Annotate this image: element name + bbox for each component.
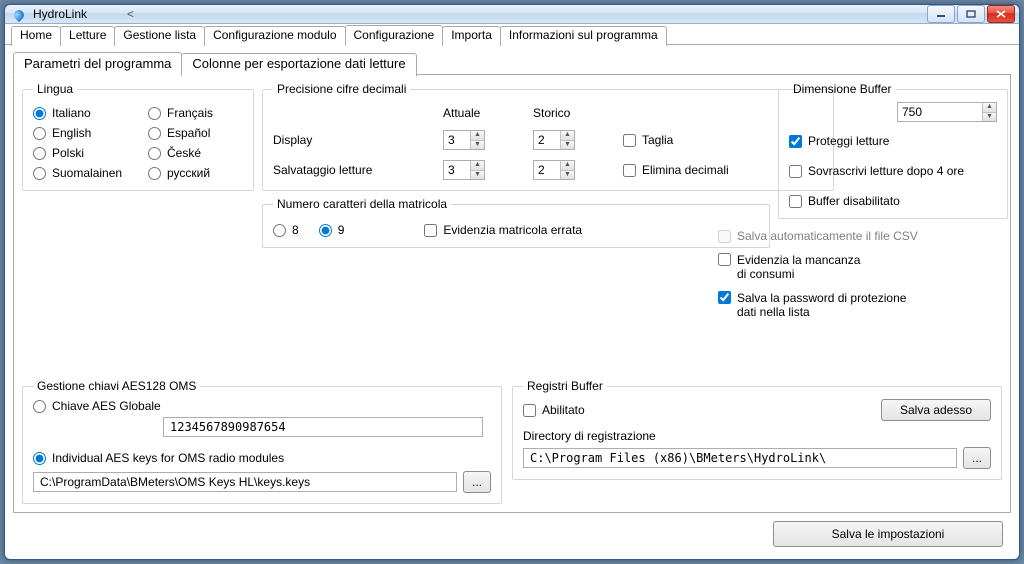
subtab-parametri[interactable]: Parametri del programma <box>13 52 182 75</box>
group-registri: Registri Buffer Abilitato Salva adesso D… <box>512 379 1002 480</box>
prec-row-salv-label: Salvataggio letture <box>273 163 423 177</box>
check-proteggi-letture[interactable]: Proteggi letture <box>789 134 997 148</box>
spin-up[interactable]: ▲ <box>471 161 484 171</box>
prec-row-display-label: Display <box>273 133 423 147</box>
group-buffer-title: Dimensione Buffer <box>789 82 896 96</box>
spin-down[interactable]: ▼ <box>983 113 996 122</box>
outer-tabstrip: Home Letture Gestione lista Configurazio… <box>5 24 1019 45</box>
lang-suomalainen[interactable]: Suomalainen <box>33 166 128 180</box>
lang-english[interactable]: English <box>33 126 128 140</box>
spin-down[interactable]: ▼ <box>471 171 484 180</box>
aes-browse-button[interactable]: ... <box>463 471 491 493</box>
tab-config-modulo[interactable]: Configurazione modulo <box>204 26 345 46</box>
tab-home[interactable]: Home <box>11 26 61 46</box>
prec-salv-storico[interactable]: ▲▼ <box>533 160 575 180</box>
group-matricola-title: Numero caratteri della matricola <box>273 197 451 211</box>
lang-italiano[interactable]: Italiano <box>33 106 128 120</box>
spin-down[interactable]: ▼ <box>561 141 574 150</box>
prec-col-attuale: Attuale <box>443 106 513 120</box>
tab-info[interactable]: Informazioni sul programma <box>500 26 667 46</box>
spin-up[interactable]: ▲ <box>471 131 484 141</box>
aes-individual-radio[interactable]: Individual AES keys for OMS radio module… <box>33 451 491 465</box>
check-registri-abilitato[interactable]: Abilitato <box>523 403 585 417</box>
registri-browse-button[interactable]: ... <box>963 447 991 469</box>
group-aes-title: Gestione chiavi AES128 OMS <box>33 379 200 393</box>
group-registri-title: Registri Buffer <box>523 379 607 393</box>
prec-display-attuale[interactable]: ▲▼ <box>443 130 485 150</box>
spin-up[interactable]: ▲ <box>983 103 996 113</box>
tab-letture[interactable]: Letture <box>60 26 115 46</box>
titlebar[interactable]: HydroLink < <box>5 5 1019 24</box>
lang-espanol[interactable]: Español <box>148 126 243 140</box>
tab-gestione-lista[interactable]: Gestione lista <box>114 26 205 46</box>
spin-up[interactable]: ▲ <box>561 131 574 141</box>
tab-importa[interactable]: Importa <box>442 26 501 46</box>
app-icon <box>11 6 27 22</box>
lang-francais[interactable]: Français <box>148 106 243 120</box>
matric-9[interactable]: 9 <box>319 223 345 237</box>
prec-salv-attuale[interactable]: ▲▼ <box>443 160 485 180</box>
salva-impostazioni-button[interactable]: Salva le impostazioni <box>773 521 1003 547</box>
group-precisione-title: Precisione cifre decimali <box>273 82 410 96</box>
group-aes: Gestione chiavi AES128 OMS Chiave AES Gl… <box>22 379 502 504</box>
lang-polski[interactable]: Polski <box>33 146 128 160</box>
maximize-button[interactable] <box>957 5 985 23</box>
aes-global-radio[interactable]: Chiave AES Globale <box>33 399 491 413</box>
check-sovrascrivi[interactable]: Sovrascrivi letture dopo 4 ore <box>789 164 997 178</box>
group-buffer: Dimensione Buffer ▲▼ Proteggi letture So… <box>778 82 1008 219</box>
inner-panel: Lingua Italiano Français English Español… <box>13 74 1011 513</box>
spin-up[interactable]: ▲ <box>561 161 574 171</box>
inner-tabstrip: Parametri del programma Colonne per espo… <box>13 51 1011 75</box>
group-precisione: Precisione cifre decimali Attuale Storic… <box>262 82 834 191</box>
prec-display-storico[interactable]: ▲▼ <box>533 130 575 150</box>
matric-8[interactable]: 8 <box>273 223 299 237</box>
group-lingua: Lingua Italiano Français English Español… <box>22 82 254 191</box>
tab-configurazione[interactable]: Configurazione <box>345 25 444 45</box>
prec-col-storico: Storico <box>533 106 603 120</box>
registri-dir-label: Directory di registrazione <box>523 429 991 443</box>
check-evidenzia-matricola[interactable]: Evidenzia matricola errata <box>424 223 582 237</box>
check-buffer-disabilitato[interactable]: Buffer disabilitato <box>789 194 997 208</box>
buffer-size-input[interactable]: ▲▼ <box>897 102 997 122</box>
check-evidenzia-consumi[interactable]: Evidenzia la mancanzadi consumi <box>718 253 1008 281</box>
close-button[interactable] <box>987 5 1015 23</box>
minimize-button[interactable] <box>927 5 955 23</box>
check-salva-csv[interactable]: Salva automaticamente il file CSV <box>718 229 1008 243</box>
lang-russian[interactable]: русский <box>148 166 243 180</box>
window-title: HydroLink <box>33 7 87 21</box>
aes-global-key-input[interactable] <box>163 417 483 437</box>
subtab-colonne[interactable]: Colonne per esportazione dati letture <box>181 53 416 76</box>
group-matricola: Numero caratteri della matricola 8 9 Evi… <box>262 197 770 248</box>
salva-adesso-button[interactable]: Salva adesso <box>881 399 991 421</box>
group-lingua-title: Lingua <box>33 82 77 96</box>
aes-keys-path-input[interactable] <box>33 472 457 492</box>
check-salva-password[interactable]: Salva la password di protezionedati nell… <box>718 291 1008 319</box>
app-window: HydroLink < Home Letture Gestione lista … <box>4 4 1020 560</box>
outer-tab-body: Parametri del programma Colonne per espo… <box>5 45 1019 560</box>
spin-down[interactable]: ▼ <box>471 141 484 150</box>
spin-down[interactable]: ▼ <box>561 171 574 180</box>
lang-ceske[interactable]: České <box>148 146 243 160</box>
registri-dir-input[interactable] <box>523 448 957 468</box>
collapse-indicator[interactable]: < <box>127 7 134 21</box>
